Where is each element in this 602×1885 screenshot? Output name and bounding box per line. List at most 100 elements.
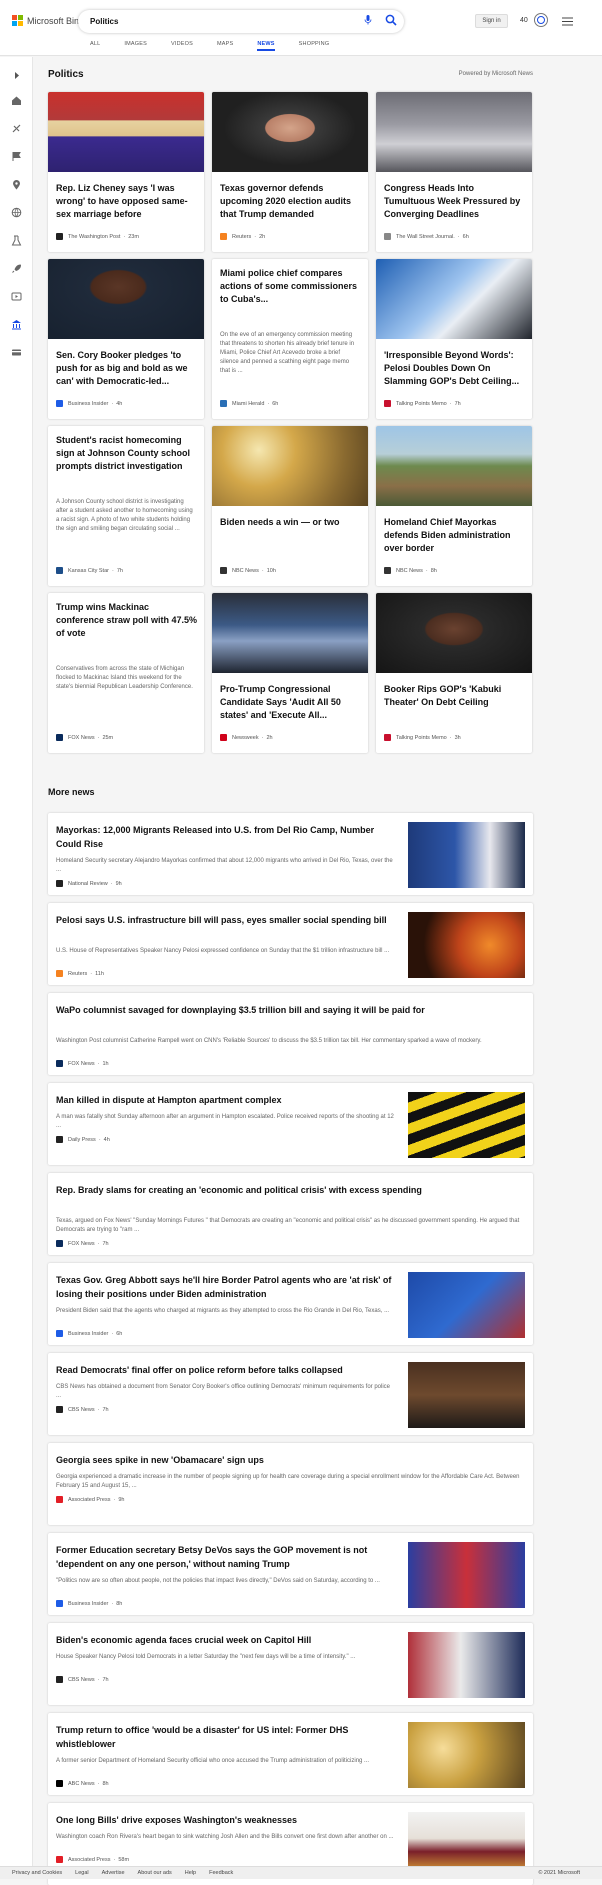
news-title[interactable]: Former Education secretary Betsy DeVos s… (56, 1543, 396, 1571)
tab-maps[interactable]: MAPS (217, 41, 233, 51)
news-image[interactable] (408, 1092, 525, 1158)
source-line[interactable]: Reuters · 2h (220, 233, 265, 240)
sign-in-button[interactable]: Sign in (475, 14, 508, 28)
flag-icon[interactable] (11, 151, 22, 162)
source-name[interactable]: Associated Press (68, 1497, 111, 1503)
rocket-icon[interactable] (11, 263, 22, 274)
news-card[interactable]: Trump wins Mackinac conference straw pol… (48, 593, 204, 753)
tab-news[interactable]: NEWS (257, 41, 275, 51)
source-line[interactable]: CBS News · 7h (56, 1676, 109, 1683)
source-line[interactable]: CBS News · 7h (56, 1406, 109, 1413)
source-name[interactable]: Reuters (68, 971, 87, 977)
news-image[interactable] (408, 822, 525, 888)
rewards-icon[interactable] (533, 12, 549, 28)
bing-logo[interactable]: Microsoft Bing (12, 15, 84, 26)
news-card[interactable]: Miami police chief compares actions of s… (212, 259, 368, 419)
tab-images[interactable]: IMAGES (124, 41, 147, 51)
source-line[interactable]: Talking Points Memo · 7h (384, 400, 461, 407)
source-line[interactable]: Talking Points Memo · 3h (384, 734, 461, 741)
money-icon[interactable] (11, 347, 22, 358)
news-title[interactable]: Georgia sees spike in new 'Obamacare' si… (56, 1453, 521, 1467)
source-name[interactable]: Talking Points Memo (396, 401, 447, 407)
source-line[interactable]: Daily Press · 4h (56, 1136, 110, 1143)
news-image[interactable] (48, 259, 204, 339)
news-title[interactable]: Read Democrats' final offer on police re… (56, 1363, 396, 1377)
sports-icon[interactable] (11, 123, 22, 134)
entertainment-icon[interactable] (11, 291, 22, 302)
world-icon[interactable] (11, 207, 22, 218)
news-title[interactable]: Texas Gov. Greg Abbott says he'll hire B… (56, 1273, 396, 1301)
news-card[interactable]: Texas governor defends upcoming 2020 ele… (212, 92, 368, 252)
news-image[interactable] (376, 593, 532, 673)
source-line[interactable]: Business Insider · 6h (56, 1330, 122, 1337)
news-image[interactable] (408, 1722, 525, 1788)
source-name[interactable]: ABC News (68, 1781, 95, 1787)
source-name[interactable]: Reuters (232, 234, 251, 240)
source-name[interactable]: The Washington Post (68, 234, 120, 240)
footer-link-advertise[interactable]: Advertise (102, 1870, 125, 1876)
news-title[interactable]: Congress Heads Into Tumultuous Week Pres… (384, 182, 526, 222)
news-title[interactable]: Miami police chief compares actions of s… (220, 267, 362, 320)
source-line[interactable]: The Washington Post · 23m (56, 233, 139, 240)
source-line[interactable]: Associated Press · 58m (56, 1856, 129, 1863)
news-image[interactable] (376, 92, 532, 172)
news-title[interactable]: Trump wins Mackinac conference straw pol… (56, 601, 198, 654)
politics-icon[interactable] (11, 319, 22, 330)
news-title[interactable]: Rep. Brady slams for creating an 'econom… (56, 1183, 521, 1211)
news-list-item[interactable]: WaPo columnist savaged for downplaying $… (48, 993, 533, 1075)
menu-icon[interactable] (562, 17, 573, 26)
source-line[interactable]: The Wall Street Journal. · 6h (384, 233, 469, 240)
source-name[interactable]: Newsweek (232, 735, 259, 741)
source-name[interactable]: Kansas City Star (68, 568, 109, 574)
location-icon[interactable] (11, 179, 22, 190)
source-name[interactable]: CBS News (68, 1407, 95, 1413)
news-list-item[interactable]: Texas Gov. Greg Abbott says he'll hire B… (48, 1263, 533, 1345)
news-card[interactable]: Pro-Trump Congressional Candidate Says '… (212, 593, 368, 753)
news-title[interactable]: Student's racist homecoming sign at John… (56, 434, 198, 487)
source-line[interactable]: NBC News · 8h (384, 567, 437, 574)
source-name[interactable]: CBS News (68, 1677, 95, 1683)
source-name[interactable]: The Wall Street Journal. (396, 234, 455, 240)
news-title[interactable]: WaPo columnist savaged for downplaying $… (56, 1003, 521, 1031)
source-name[interactable]: Business Insider (68, 1331, 108, 1337)
news-image[interactable] (212, 426, 368, 506)
news-list-item[interactable]: Man killed in dispute at Hampton apartme… (48, 1083, 533, 1165)
news-title[interactable]: Sen. Cory Booker pledges 'to push for as… (56, 349, 198, 389)
news-title[interactable]: Texas governor defends upcoming 2020 ele… (220, 182, 362, 222)
source-name[interactable]: Miami Herald (232, 401, 264, 407)
news-card[interactable]: Booker Rips GOP's 'Kabuki Theater' On De… (376, 593, 532, 753)
source-name[interactable]: Business Insider (68, 401, 108, 407)
source-line[interactable]: Miami Herald · 6h (220, 400, 278, 407)
news-title[interactable]: Biden needs a win — or two (220, 516, 362, 556)
search-input[interactable] (90, 14, 340, 29)
mic-icon[interactable] (364, 15, 372, 25)
news-title[interactable]: Pelosi says U.S. infrastructure bill wil… (56, 913, 396, 941)
news-title[interactable]: Biden's economic agenda faces crucial we… (56, 1633, 396, 1647)
source-name[interactable]: Talking Points Memo (396, 735, 447, 741)
tab-shopping[interactable]: SHOPPING (299, 41, 330, 51)
news-list-item[interactable]: Biden's economic agenda faces crucial we… (48, 1623, 533, 1705)
source-line[interactable]: Associated Press · 9h (56, 1496, 124, 1503)
news-image[interactable] (212, 593, 368, 673)
source-line[interactable]: ABC News · 8h (56, 1780, 109, 1787)
news-image[interactable] (408, 1362, 525, 1428)
tab-videos[interactable]: VIDEOS (171, 41, 193, 51)
news-image[interactable] (376, 259, 532, 339)
news-title[interactable]: Trump return to office 'would be a disas… (56, 1723, 396, 1751)
news-list-item[interactable]: Rep. Brady slams for creating an 'econom… (48, 1173, 533, 1255)
source-line[interactable]: Business Insider · 8h (56, 1600, 122, 1607)
news-title[interactable]: Rep. Liz Cheney says 'I was wrong' to ha… (56, 182, 198, 222)
source-line[interactable]: Newsweek · 2h (220, 734, 273, 741)
news-title[interactable]: Mayorkas: 12,000 Migrants Released into … (56, 823, 396, 851)
source-line[interactable]: Reuters · 11h (56, 970, 104, 977)
news-card[interactable]: 'Irresponsible Beyond Words': Pelosi Dou… (376, 259, 532, 419)
news-list-item[interactable]: Georgia sees spike in new 'Obamacare' si… (48, 1443, 533, 1525)
expand-icon[interactable] (11, 70, 22, 81)
source-name[interactable]: Associated Press (68, 1857, 111, 1863)
source-line[interactable]: Kansas City Star · 7h (56, 567, 123, 574)
news-list-item[interactable]: Trump return to office 'would be a disas… (48, 1713, 533, 1795)
news-list-item[interactable]: Mayorkas: 12,000 Migrants Released into … (48, 813, 533, 895)
home-icon[interactable] (11, 95, 22, 106)
source-name[interactable]: NBC News (232, 568, 259, 574)
news-title[interactable]: One long Bills' drive exposes Washington… (56, 1813, 396, 1827)
